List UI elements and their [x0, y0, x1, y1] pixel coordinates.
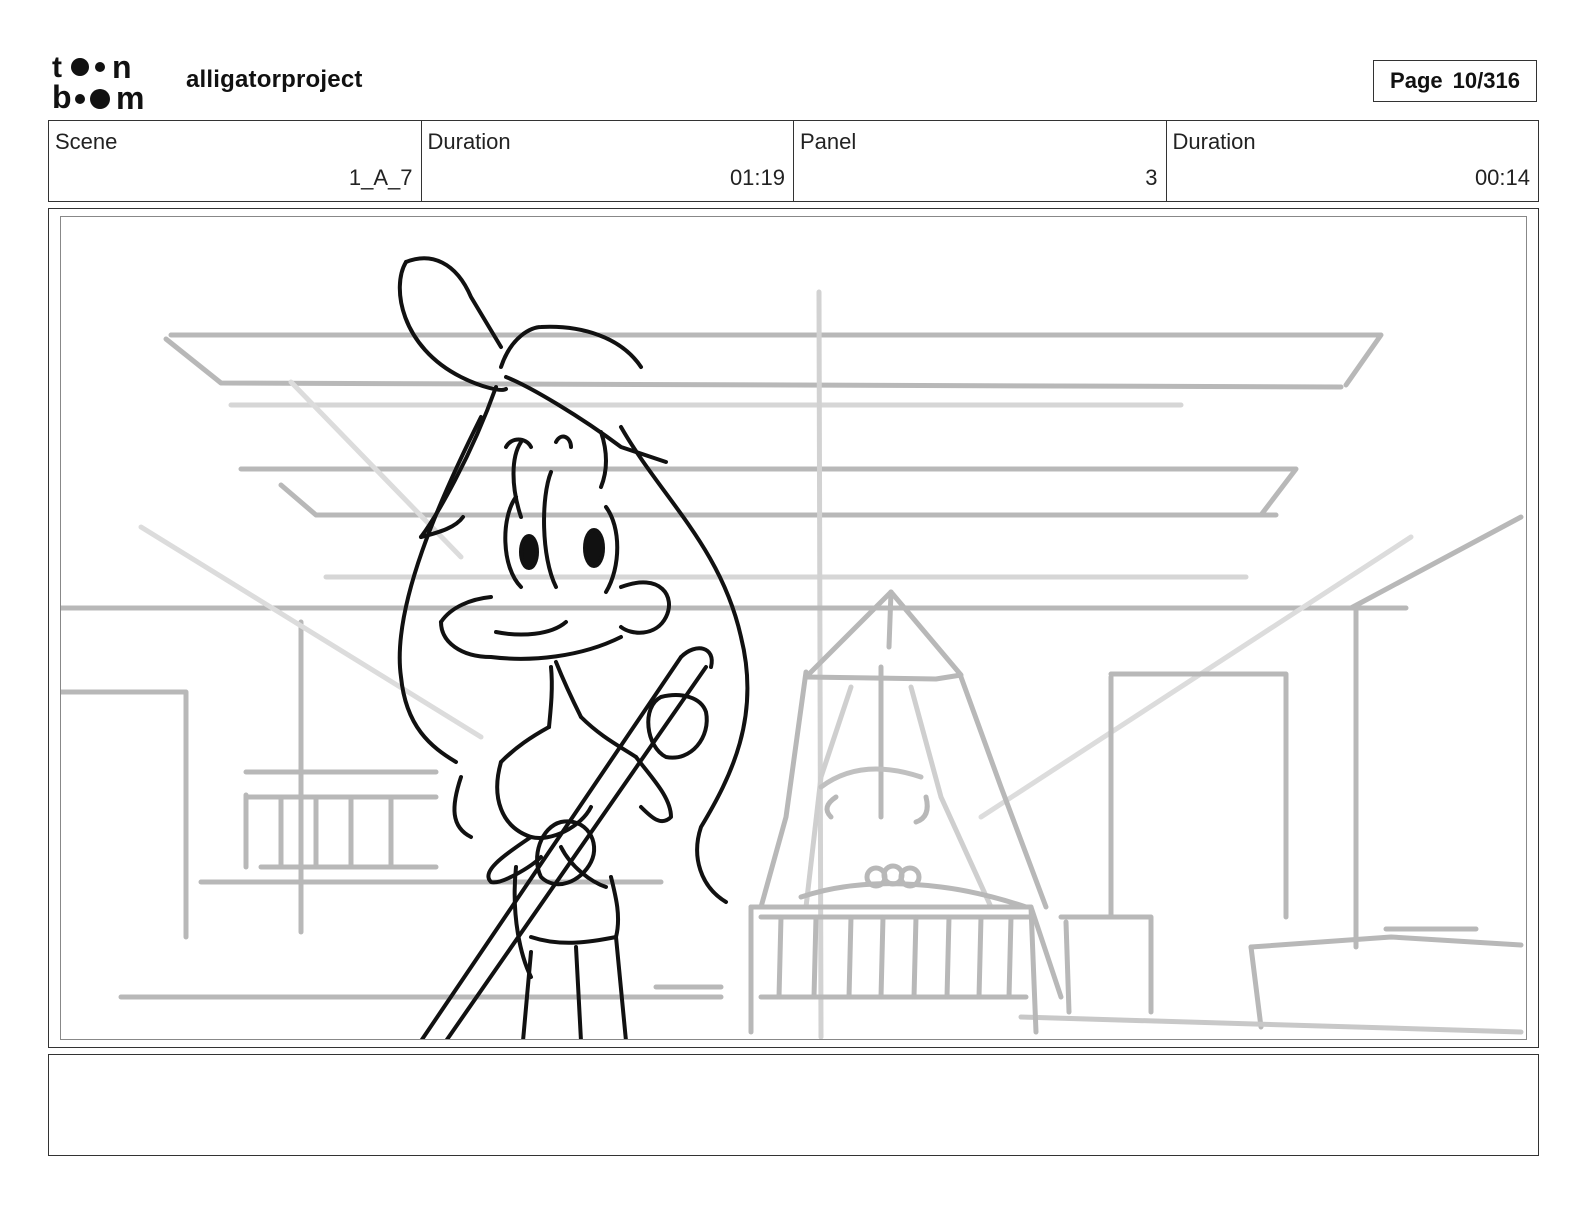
background-room-sketch	[61, 289, 1524, 1039]
panel-cell: Panel 3	[794, 121, 1167, 201]
page-indicator: Page 10/316	[1373, 60, 1537, 102]
panel-duration-value: 00:14	[1474, 165, 1530, 190]
panel-duration-cell: Duration 00:14	[1167, 121, 1539, 201]
character-sketch	[397, 256, 750, 1039]
scene-duration-cell: Duration 01:19	[422, 121, 794, 201]
toon-boom-logo: t n b m	[50, 49, 165, 116]
scene-cell: Scene 1_A_7	[49, 121, 422, 201]
scene-duration-value: 01:19	[729, 165, 785, 190]
scene-label: Scene	[55, 129, 118, 154]
panel-label: Panel	[800, 129, 857, 154]
page-number: 10/316	[1452, 68, 1520, 93]
page-label: Page	[1390, 68, 1443, 93]
svg-text:m: m	[116, 80, 144, 112]
storyboard-drawing	[60, 216, 1527, 1040]
panel-duration-label: Duration	[1172, 129, 1256, 154]
svg-text:b: b	[52, 79, 72, 112]
panel-value: 3	[1145, 165, 1158, 190]
scene-duration-label: Duration	[427, 129, 511, 154]
project-name: alligatorproject	[186, 66, 363, 93]
panel-info-row: Scene 1_A_7 Duration 01:19 Panel 3 Durat…	[48, 120, 1539, 202]
panel-notes-box	[48, 1054, 1539, 1156]
scene-value: 1_A_7	[348, 165, 413, 190]
